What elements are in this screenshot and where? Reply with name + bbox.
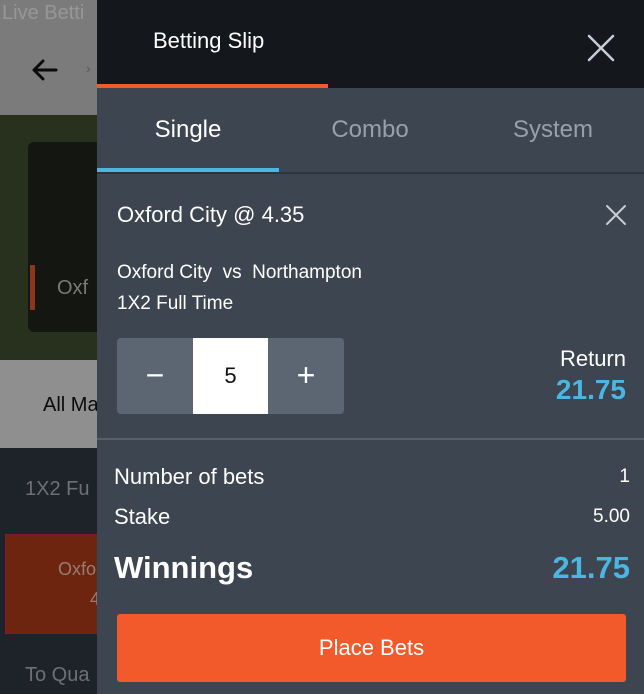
stake-label: Stake [114, 504, 171, 529]
tab-combo[interactable]: Combo [279, 88, 461, 172]
number-of-bets-label: Number of bets [114, 464, 265, 489]
stake-input[interactable] [193, 338, 268, 414]
stake-stepper: − + [117, 338, 344, 414]
bet-type-tabs: Single Combo System [97, 88, 644, 174]
increase-stake-button[interactable]: + [268, 338, 344, 414]
remove-selection-icon[interactable] [605, 204, 627, 226]
slip-header: Betting Slip [97, 0, 644, 88]
slip-title: Betting Slip [153, 28, 265, 53]
close-icon[interactable] [585, 32, 617, 64]
number-of-bets-value: 1 [619, 466, 630, 487]
tab-system[interactable]: System [462, 88, 644, 172]
return-label: Return [559, 346, 626, 371]
stake-value: 5.00 [593, 506, 630, 527]
winnings-label: Winnings [114, 550, 254, 585]
return-value: 21.75 [555, 374, 626, 405]
winnings-value: 21.75 [552, 550, 630, 585]
place-bets-button[interactable]: Place Bets [117, 614, 626, 682]
match-name: Oxford City vs Northampton [117, 262, 362, 283]
market-name: 1X2 Full Time [117, 293, 234, 314]
bet-selection-card: Oxford City @ 4.35 Oxford City vs Northa… [97, 174, 644, 438]
selection-title: Oxford City @ 4.35 [117, 202, 305, 227]
betting-slip-panel: Betting Slip Single Combo System Oxford … [97, 0, 644, 694]
modal-backdrop[interactable] [0, 0, 100, 694]
bet-summary: Number of bets 1 Stake 5.00 Winnings 21.… [97, 440, 644, 694]
active-tab-indicator [97, 168, 279, 172]
tab-single[interactable]: Single [97, 88, 279, 172]
decrease-stake-button[interactable]: − [117, 338, 193, 414]
